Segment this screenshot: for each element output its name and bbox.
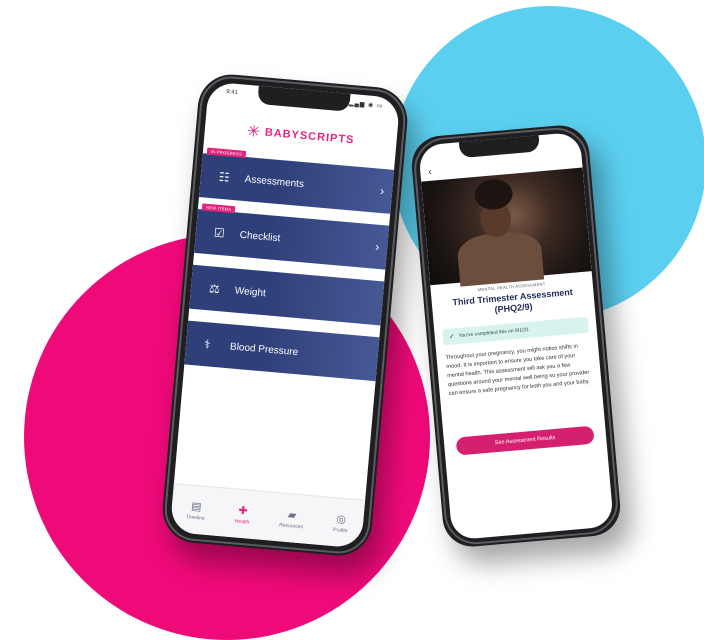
status-badge: IN PROGRESS: [206, 147, 247, 158]
clipboard-icon: ☷: [218, 169, 231, 185]
logo-burst-icon: ✳: [246, 123, 262, 142]
tab-resources[interactable]: ▰ Resources: [279, 507, 305, 530]
check-circle-icon: ✓: [448, 333, 456, 341]
health-icon: ✚: [237, 504, 249, 517]
tab-label: Health: [234, 517, 250, 526]
folder-icon: ▰: [287, 508, 297, 522]
menu-item-blood-pressure[interactable]: ⚕ Blood Pressure: [184, 320, 380, 382]
phone-left: 9:41 ▂▄▆ ◉ ▭ ✳ BABYSCRIPTS IN PROGRESS ☷…: [159, 71, 411, 559]
phone-screen-assessment: ‹ MENTAL HEALTH ASSESSMENT Third Trimest…: [418, 131, 614, 541]
timeline-icon: ▤: [190, 500, 203, 513]
tab-health[interactable]: ✚ Health: [235, 503, 251, 525]
menu-item-weight[interactable]: ⚖ Weight: [189, 264, 385, 326]
stethoscope-icon: ⚕: [203, 337, 212, 352]
tab-profile[interactable]: ◎ Profile: [333, 512, 349, 534]
completed-banner: ✓ You've completed this on 9/1/21: [442, 316, 589, 346]
status-time: 9:41: [225, 89, 239, 97]
completed-text: You've completed this on 9/1/21: [458, 326, 530, 339]
tab-timeline[interactable]: ▤ Timeline: [185, 499, 206, 522]
menu-item-label: Weight: [234, 285, 267, 299]
phone-right: ‹ MENTAL HEALTH ASSESSMENT Third Trimest…: [409, 123, 623, 549]
assessment-photo: [421, 167, 592, 287]
checkbox-icon: ☑: [213, 225, 226, 241]
menu-item-checklist[interactable]: NEW ITEMS ☑ Checklist ›: [194, 203, 390, 270]
profile-icon: ◎: [335, 512, 347, 526]
babyscripts-logo: ✳ BABYSCRIPTS: [204, 117, 397, 154]
back-chevron-icon[interactable]: ‹: [428, 167, 432, 178]
status-icons: ▂▄▆ ◉ ▭: [348, 100, 384, 110]
tab-label: Timeline: [185, 513, 206, 522]
see-results-button[interactable]: See Assessment Results: [455, 425, 595, 456]
health-menu: IN PROGRESS ☷ Assessments › NEW ITEMS ☑ …: [183, 147, 395, 393]
assessment-description: Throughout your pregnancy, you might not…: [445, 343, 590, 398]
status-badge: NEW ITEMS: [201, 203, 236, 214]
logo-text: BABYSCRIPTS: [264, 126, 355, 147]
phone-screen-health: 9:41 ▂▄▆ ◉ ▭ ✳ BABYSCRIPTS IN PROGRESS ☷…: [169, 81, 401, 549]
weight-icon: ⚖: [208, 281, 221, 297]
tab-label: Resources: [279, 521, 304, 530]
tab-label: Profile: [332, 526, 348, 534]
menu-item-label: Checklist: [239, 229, 281, 244]
